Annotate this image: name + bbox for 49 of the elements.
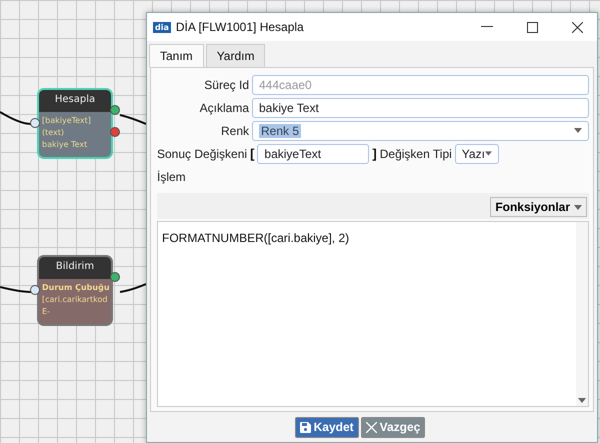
node-text: Durum Çubuğu [42,282,109,294]
connection-line [0,286,32,293]
scrollbar[interactable] [576,222,588,406]
field-label: Süreç Id [203,78,249,92]
close-icon [366,422,377,432]
connector-port[interactable] [110,272,120,282]
caret-icon [574,128,582,133]
bracket-text: [ [250,146,254,161]
bracket-text: ] [372,146,377,161]
caret-icon [574,204,582,210]
close-icon [572,22,582,32]
dropdown-field[interactable]: Yazı [454,144,499,164]
caret-icon [484,151,492,156]
tab[interactable]: Yardım [206,44,266,67]
input-field[interactable]: bakiye Text [252,98,589,118]
input-field[interactable]: bakiyeText [257,144,370,164]
node-text: [cari.carikartkod [42,294,108,306]
field-label: Açıklama [198,100,249,114]
field-label: Değişken Tipi [380,146,452,160]
node-title: Bildirim [39,257,111,279]
field-label: Renk [220,124,249,138]
connector-port[interactable] [110,127,120,137]
node-text: bakiye Text [42,139,88,151]
connector-port[interactable] [110,105,120,115]
formula-text: FORMATNUMBER([cari.bakiye], 2) [162,231,350,245]
flow-node[interactable]: Hesapla [bakiyeText] (text) bakiye Text [37,88,113,159]
connector-port[interactable] [30,285,40,295]
dropdown-field[interactable]: Renk 5 [252,120,589,140]
connector-port[interactable] [30,118,40,128]
cancel-button[interactable]: Vazgeç [360,416,426,438]
scroll-down-icon [578,398,586,403]
node-text: [bakiyeText] [42,115,92,127]
minimize-icon [481,26,493,28]
node-text: (text) [42,127,66,139]
formula-editor[interactable]: FORMATNUMBER([cari.bakiye], 2) [157,221,589,407]
connection-line [120,114,146,125]
functions-button[interactable]: Fonksiyonlar [490,197,587,217]
connection-line [120,283,146,293]
tab[interactable]: Tanım [149,44,204,67]
node-text: E- [42,306,51,318]
window-title: DİA [FLW1001] Hesapla [176,20,305,34]
flow-node[interactable]: Bildirim Durum Çubuğu [cari.carikartkod E- [37,255,113,326]
connection-line [0,111,32,125]
app-logo: dia [153,22,171,32]
field-label: Sonuç Değişkeni [157,146,248,160]
save-button[interactable]: Kaydet [294,416,359,438]
maximize-icon [526,22,538,32]
node-title: Hesapla [39,90,111,112]
section-label: İşlem [157,170,186,184]
